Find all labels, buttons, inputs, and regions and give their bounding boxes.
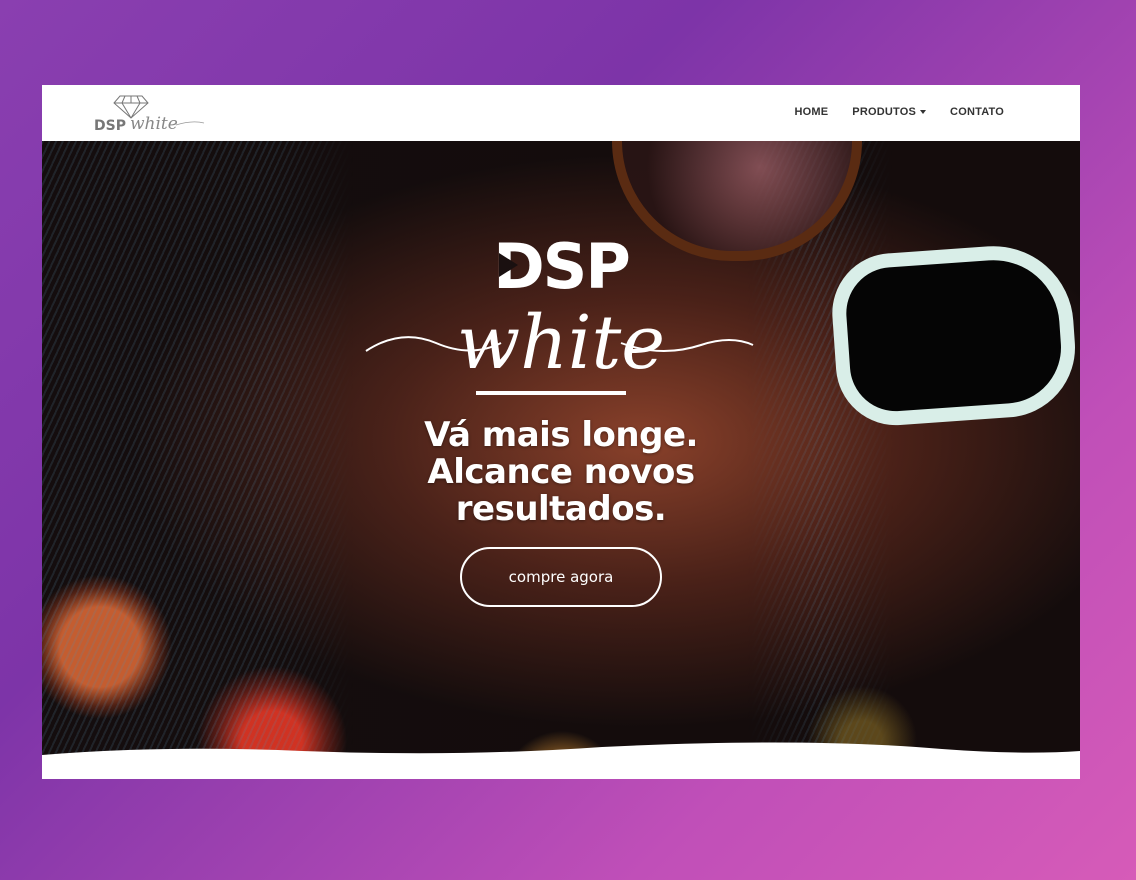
nav-home[interactable]: HOME — [794, 106, 828, 118]
nav-produtos[interactable]: PRODUTOS — [852, 106, 927, 118]
headline-line-3: resultados. — [455, 489, 667, 529]
main-nav: HOME PRODUTOS CONTATO — [794, 106, 1004, 118]
headline-line-1: Vá mais longe. — [424, 415, 698, 455]
browser-frame: DSP white HOME PRODUTOS CONTATO DSP whit… — [42, 85, 1080, 779]
buy-now-button[interactable]: compre agora — [460, 547, 662, 607]
hero-banner: DSP white Vá mais longe. Alcance novos r… — [42, 141, 1080, 779]
header-logo-script: white — [130, 114, 178, 134]
hero-logo: DSP white — [365, 233, 754, 395]
header-logo-dsp: DSP — [94, 118, 126, 134]
caret-down-icon — [920, 110, 927, 114]
hero-logo-dsp: DSP — [493, 233, 629, 303]
navbar: DSP white HOME PRODUTOS CONTATO — [42, 85, 1080, 141]
nav-produtos-label: PRODUTOS — [852, 106, 917, 118]
header-logo[interactable]: DSP white — [92, 92, 212, 134]
hero-logo-script: white — [457, 300, 665, 386]
hero-content: DSP white Vá mais longe. Alcance novos r… — [42, 141, 1080, 779]
hero-headline: Vá mais longe. Alcance novos resultados. — [391, 417, 731, 528]
nav-home-label: HOME — [794, 106, 829, 118]
headline-line-2: Alcance novos — [427, 452, 695, 492]
hero-bottom-wave — [42, 742, 1080, 779]
nav-contato-label: CONTATO — [950, 106, 1004, 118]
nav-contato[interactable]: CONTATO — [950, 106, 1004, 118]
